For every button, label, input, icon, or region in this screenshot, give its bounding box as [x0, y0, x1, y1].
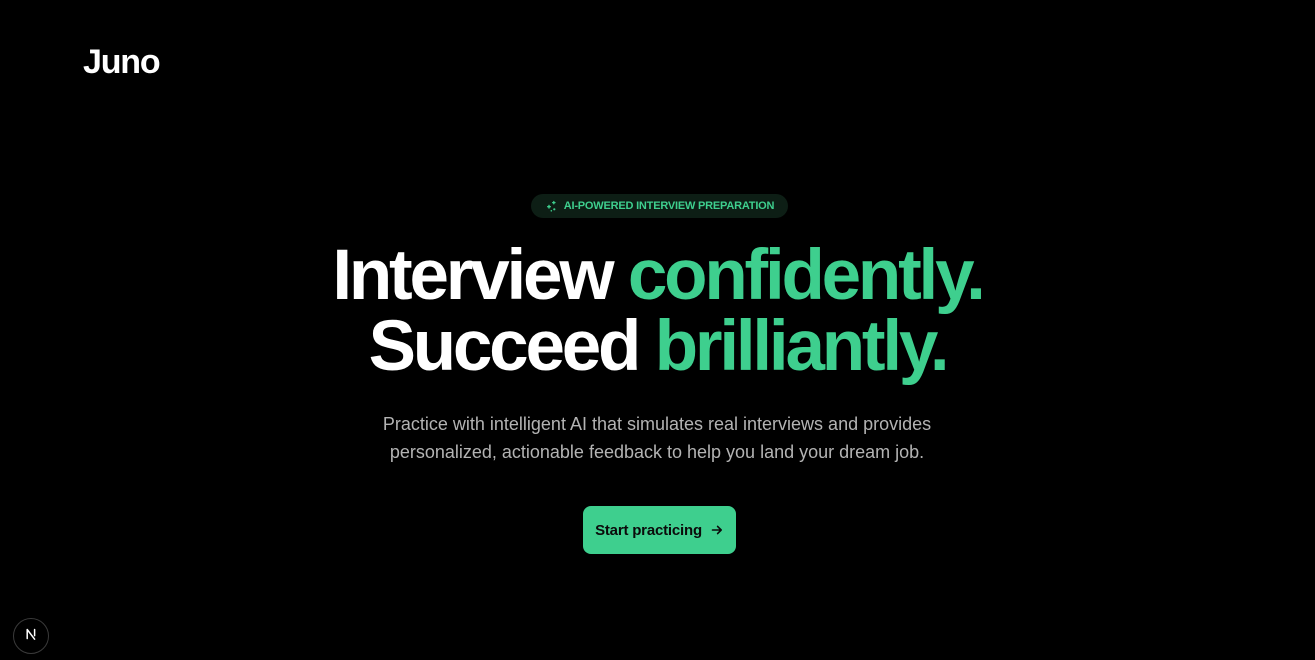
- headline-line-1-plain: Interview: [332, 236, 628, 315]
- headline-line-2: Succeed brilliantly.: [0, 311, 1315, 382]
- logo[interactable]: Juno: [83, 42, 161, 82]
- start-practicing-button[interactable]: Start practicing: [583, 506, 736, 554]
- hero-subtitle: Practice with intelligent AI that simula…: [307, 410, 1007, 466]
- nextjs-logo-icon: [23, 626, 39, 647]
- start-practicing-label: Start practicing: [595, 521, 702, 539]
- headline-line-1: Interview confidently.: [0, 240, 1315, 311]
- headline-line-2-plain: Succeed: [368, 307, 655, 386]
- headline-line-2-accent: brilliantly.: [654, 307, 950, 386]
- hero-headline: Interview confidently. Succeed brilliant…: [0, 240, 1315, 382]
- hero-subtitle-line-2: personalized, actionable feedback to hel…: [389, 442, 925, 462]
- nextjs-dev-indicator[interactable]: [13, 618, 49, 654]
- arrow-right-icon: [710, 523, 724, 537]
- sparkles-icon: [545, 200, 558, 213]
- feature-badge: AI-POWERED INTERVIEW PREPARATION: [531, 194, 788, 218]
- headline-line-1-accent: confidently.: [627, 236, 986, 315]
- hero-subtitle-line-1: Practice with intelligent AI that simula…: [382, 414, 932, 434]
- feature-badge-text: AI-POWERED INTERVIEW PREPARATION: [563, 200, 775, 212]
